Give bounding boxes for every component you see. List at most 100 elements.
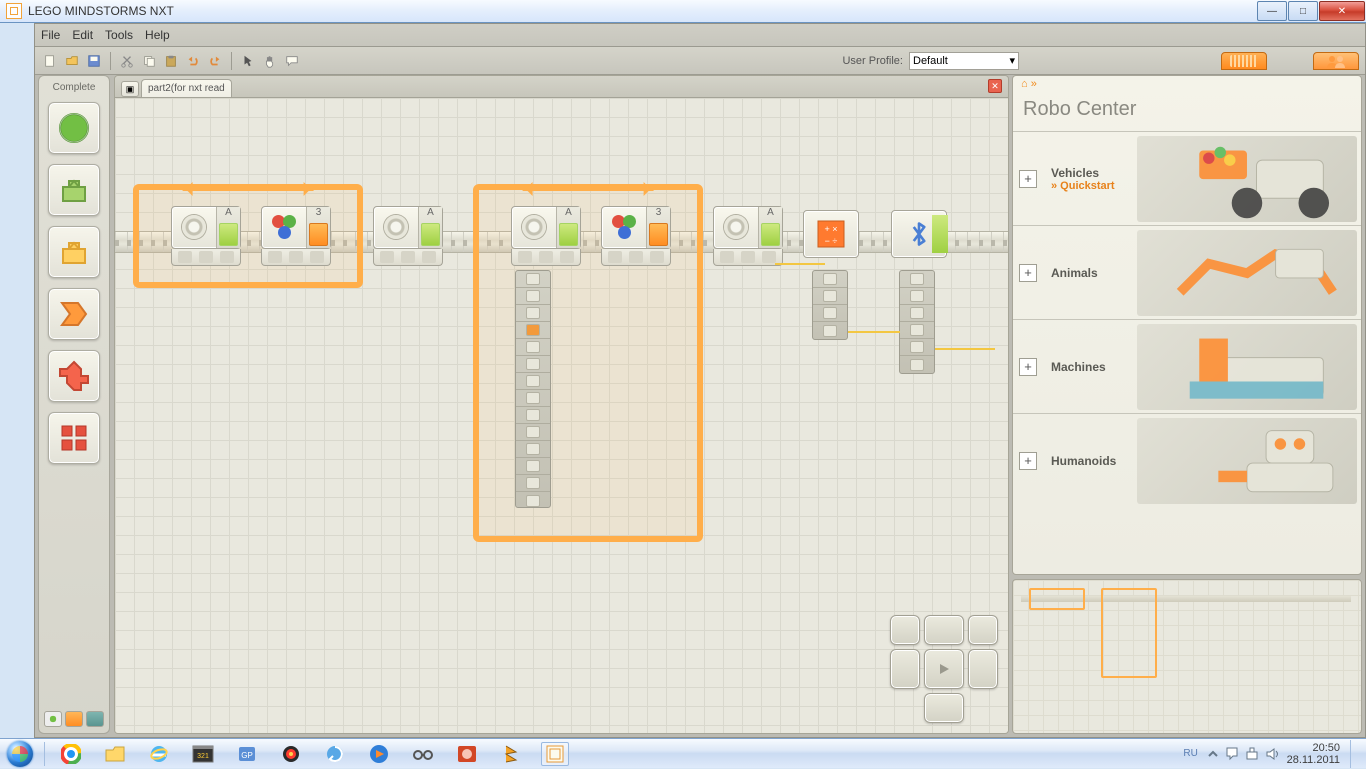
robocenter-tab-button[interactable] — [1221, 52, 1267, 70]
motor-block-3[interactable]: A — [511, 206, 581, 266]
tray-chevron-icon[interactable] — [1207, 746, 1219, 762]
svg-text:GP: GP — [241, 751, 253, 760]
toolbar-new-button[interactable] — [41, 52, 59, 70]
taskbar-gp-icon[interactable]: GP — [233, 742, 261, 766]
controller-right-button[interactable] — [968, 649, 998, 689]
toolbar-undo-button[interactable] — [184, 52, 202, 70]
motor-block-1[interactable]: A — [171, 206, 241, 266]
toolbar-redo-button[interactable] — [206, 52, 224, 70]
taskbar-quicktime-icon[interactable] — [321, 742, 349, 766]
taskbar-wmp-icon[interactable] — [365, 742, 393, 766]
data-hub-1[interactable] — [515, 270, 551, 508]
robo-item-machines[interactable]: + Machines — [1013, 319, 1361, 413]
toolbar-save-button[interactable] — [85, 52, 103, 70]
robot-preview-image — [1137, 324, 1357, 410]
minimap-panel[interactable] — [1012, 579, 1362, 734]
motor-block-4[interactable]: A — [713, 206, 783, 266]
color-sensor-block-2[interactable]: 3 — [601, 206, 671, 266]
svg-text:− ÷: − ÷ — [825, 236, 838, 246]
tray-volume-icon[interactable] — [1265, 746, 1281, 762]
window-close-button[interactable]: ✕ — [1319, 1, 1365, 21]
robo-center-home-button[interactable]: ⌂ » — [1013, 76, 1361, 94]
taskbar-glasses-icon[interactable] — [409, 742, 437, 766]
show-desktop-button[interactable] — [1350, 740, 1360, 768]
menu-edit[interactable]: Edit — [72, 28, 93, 42]
math-block[interactable]: + × − ÷ — [803, 210, 859, 258]
gear-icon — [381, 212, 411, 242]
tray-network-icon[interactable] — [1245, 746, 1259, 762]
tray-action-center-icon[interactable] — [1225, 746, 1239, 762]
program-canvas[interactable]: A 3 A A — [115, 98, 1008, 733]
language-indicator[interactable]: RU — [1181, 746, 1201, 762]
toolbar-pointer-button[interactable] — [239, 52, 257, 70]
palette-common-button[interactable] — [48, 102, 100, 154]
color-sensor-block-1[interactable]: 3 — [261, 206, 331, 266]
block-palette: Complete — [38, 75, 110, 734]
bluetooth-block[interactable] — [891, 210, 947, 258]
user-profile-select[interactable]: Default ▾ — [909, 52, 1019, 70]
controller-up-button[interactable] — [924, 615, 964, 645]
robo-item-vehicles[interactable]: + Vehicles » Quickstart — [1013, 131, 1361, 225]
robot-preview-image — [1137, 136, 1357, 222]
taskbar-powerpoint-icon[interactable] — [453, 742, 481, 766]
user-profile-value: Default — [913, 55, 948, 67]
taskbar-winamp-icon[interactable] — [497, 742, 525, 766]
start-button[interactable] — [0, 739, 40, 769]
document-tab[interactable]: part2(for nxt read — [141, 79, 232, 97]
toolbar-cut-button[interactable] — [118, 52, 136, 70]
menu-help[interactable]: Help — [145, 28, 170, 42]
data-wire — [775, 263, 825, 265]
windows-taskbar: 321 GP RU 20:50 28.11.2011 — [0, 738, 1366, 768]
palette-tab-1-button[interactable] — [44, 711, 62, 727]
palette-action-button[interactable] — [48, 164, 100, 216]
controller-download-button[interactable] — [924, 649, 964, 689]
expand-icon[interactable]: + — [1019, 358, 1037, 376]
data-hub-3[interactable] — [899, 270, 935, 374]
toolbar-pan-button[interactable] — [261, 52, 279, 70]
portal-tab-button[interactable] — [1313, 52, 1359, 70]
window-minimize-button[interactable]: — — [1257, 1, 1287, 21]
robo-center-panel: ⌂ » Robo Center + Vehicles » Quickstart … — [1012, 75, 1362, 575]
robo-item-humanoids[interactable]: + Humanoids — [1013, 413, 1361, 507]
palette-sensor-button[interactable] — [48, 226, 100, 278]
toolbar-paste-button[interactable] — [162, 52, 180, 70]
taskbar-explorer-icon[interactable] — [101, 742, 129, 766]
svg-text:321: 321 — [197, 753, 209, 760]
palette-flow-button[interactable] — [48, 288, 100, 340]
taskbar-nxt-icon[interactable] — [541, 742, 569, 766]
menu-bar: File Edit Tools Help — [35, 24, 1365, 47]
palette-tab-2-button[interactable] — [65, 711, 83, 727]
expand-icon[interactable]: + — [1019, 264, 1037, 282]
menu-file[interactable]: File — [41, 28, 60, 42]
palette-mode-label: Complete — [53, 82, 96, 93]
palette-data-button[interactable] — [48, 350, 100, 402]
gear-icon — [721, 212, 751, 242]
gear-icon — [179, 212, 209, 242]
robo-item-animals[interactable]: + Animals — [1013, 225, 1361, 319]
palette-tab-3-button[interactable] — [86, 711, 104, 727]
controller-stop-button[interactable] — [968, 615, 998, 645]
taskbar-ie-icon[interactable] — [145, 742, 173, 766]
windows-orb-icon — [7, 741, 33, 767]
data-hub-2[interactable] — [812, 270, 848, 340]
toolbar-copy-button[interactable] — [140, 52, 158, 70]
document-home-button[interactable]: ▣ — [121, 81, 139, 97]
toolbar-open-button[interactable] — [63, 52, 81, 70]
toolbar-comment-button[interactable] — [283, 52, 301, 70]
controller-down-button[interactable] — [924, 693, 964, 723]
robo-center-title: Robo Center — [1013, 94, 1361, 131]
taskbar-daemon-icon[interactable] — [277, 742, 305, 766]
window-maximize-button[interactable]: □ — [1288, 1, 1318, 21]
expand-icon[interactable]: + — [1019, 452, 1037, 470]
taskbar-mpc-icon[interactable]: 321 — [189, 742, 217, 766]
controller-select-button[interactable] — [890, 615, 920, 645]
palette-advanced-button[interactable] — [48, 412, 100, 464]
canvas-area: ▣ part2(for nxt read ✕ A — [114, 75, 1009, 734]
document-close-button[interactable]: ✕ — [988, 79, 1002, 93]
taskbar-clock[interactable]: 20:50 28.11.2011 — [1287, 742, 1340, 766]
expand-icon[interactable]: + — [1019, 170, 1037, 188]
taskbar-chrome-icon[interactable] — [57, 742, 85, 766]
motor-block-2[interactable]: A — [373, 206, 443, 266]
controller-left-button[interactable] — [890, 649, 920, 689]
menu-tools[interactable]: Tools — [105, 28, 133, 42]
